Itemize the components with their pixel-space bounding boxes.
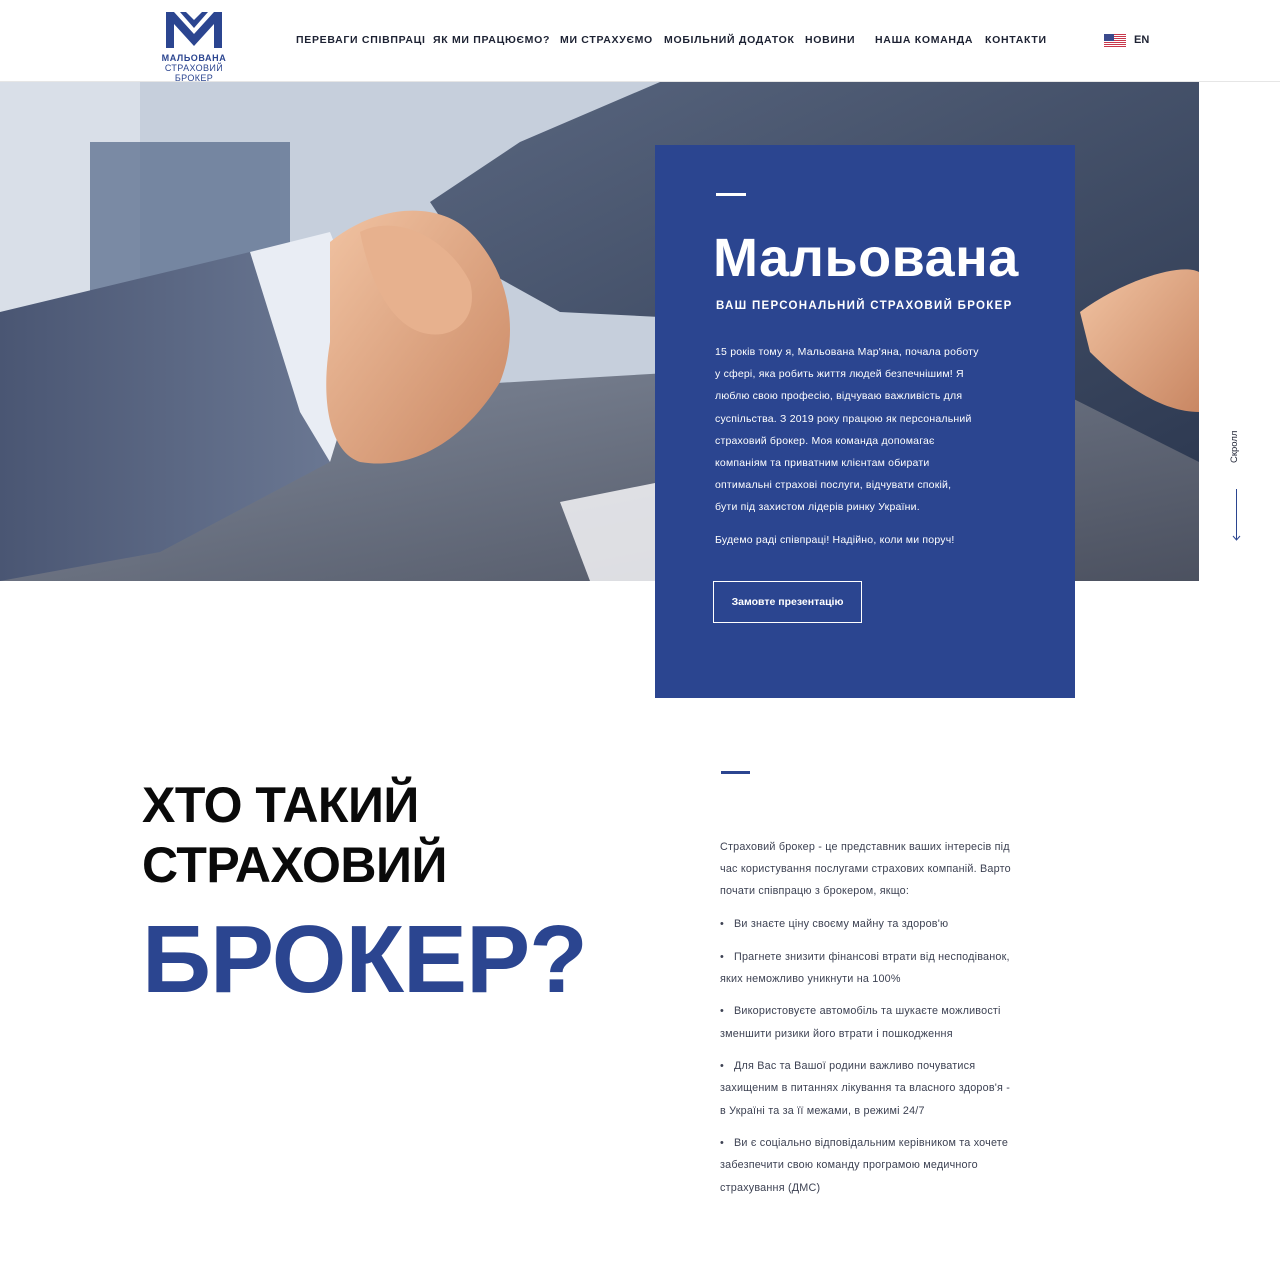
section-heading-accent: БРОКЕР? bbox=[142, 906, 588, 1013]
scroll-line bbox=[1236, 489, 1237, 539]
us-flag-icon bbox=[1104, 34, 1126, 47]
hero-paragraph-line: бути під захистом лідерів ринку України. bbox=[715, 501, 920, 514]
language-label: EN bbox=[1134, 34, 1150, 46]
hero-paragraph-line: страховий брокер. Моя команда допомагає bbox=[715, 434, 935, 447]
list-item: • Ви знаєте ціну своєму майну та здоров'ю bbox=[720, 913, 1040, 935]
bullet-icon: • bbox=[720, 1137, 724, 1150]
list-item-text: захищеним в питаннях лікування та власно… bbox=[720, 1082, 1011, 1095]
logo-mark-icon bbox=[166, 12, 222, 48]
nav-item-mobile-app[interactable]: МОБІЛЬНИЙ ДОДАТОК bbox=[664, 34, 795, 46]
list-item-text: Ви є соціально відповідальним керівником… bbox=[734, 1137, 1009, 1150]
hero-title: Мальована bbox=[713, 228, 1019, 288]
arrow-down-icon[interactable] bbox=[1232, 533, 1241, 542]
list-item-text: зменшити ризики його втрати і пошкодженн… bbox=[720, 1027, 953, 1040]
logo[interactable]: МАЛЬОВАНА СТРАХОВИЙ БРОКЕР bbox=[146, 8, 242, 83]
hero-subtitle: ВАШ ПЕРСОНАЛЬНИЙ СТРАХОВИЙ БРОКЕР bbox=[716, 300, 1013, 312]
hero-paragraph-line: 15 років тому я, Мальована Мар'яна, поча… bbox=[715, 346, 979, 358]
scroll-label[interactable]: Скролл bbox=[1229, 431, 1245, 463]
bullet-icon: • bbox=[720, 950, 724, 963]
hero-paragraph-line: компаніям та приватним клієнтам обирати bbox=[715, 457, 930, 470]
hero-paragraph-line: у сфері, яка робить життя людей безпечні… bbox=[715, 368, 964, 381]
nav-item-news[interactable]: НОВИНИ bbox=[805, 34, 855, 46]
bullet-icon: • bbox=[720, 918, 724, 930]
list-item-text: страхування (ДМС) bbox=[720, 1181, 821, 1194]
list-item: • Для Вас та Вашої родини важливо почуват… bbox=[720, 1055, 1040, 1122]
hero-paragraph: 15 років тому я, Мальована Мар'яна, поча… bbox=[715, 341, 1005, 519]
hero-paragraph-line: суспільства. З 2019 року працюю як персо… bbox=[715, 412, 972, 425]
list-item-text: в Україні та за її межами, в режимі 24/7 bbox=[720, 1104, 925, 1117]
list-item-text: яких неможливо уникнути на 100% bbox=[720, 972, 901, 985]
card-dash-decoration bbox=[716, 193, 746, 196]
nav-item-team[interactable]: НАША КОМАНДА bbox=[875, 34, 973, 46]
list-item: • Ви є соціально відповідальним керівнико… bbox=[720, 1132, 1040, 1199]
hero-card: Мальована ВАШ ПЕРСОНАЛЬНИЙ СТРАХОВИЙ БРО… bbox=[655, 145, 1075, 698]
section-heading-line2: СТРАХОВИЙ bbox=[142, 837, 447, 893]
nav-item-benefits[interactable]: ПЕРЕВАГИ СПІВПРАЦІ bbox=[296, 34, 426, 46]
hero-closing: Будемо раді співпраці! Надійно, коли ми … bbox=[715, 534, 955, 546]
list-item-text: забезпечити свою команду програмою медич… bbox=[720, 1159, 978, 1172]
logo-name: МАЛЬОВАНА bbox=[161, 53, 227, 63]
list-item-text: Для Вас та Вашої родини важливо почувати… bbox=[734, 1060, 976, 1073]
benefits-list: • Ви знаєте ціну своєму майну та здоров'ю… bbox=[720, 913, 1040, 1209]
list-item-text: Ви знаєте ціну своєму майну та здоров'ю bbox=[734, 918, 949, 930]
list-item-text: Використовуєте автомобіль та шукаєте мож… bbox=[734, 1005, 1001, 1018]
section-intro-line: час користування послугами страхових ком… bbox=[720, 863, 1011, 876]
section-intro-line: Страховий брокер - це представник ваших … bbox=[720, 841, 1010, 853]
site-header: МАЛЬОВАНА СТРАХОВИЙ БРОКЕР ПЕРЕВАГИ СПІВ… bbox=[0, 0, 1280, 83]
nav-item-contacts[interactable]: КОНТАКТИ bbox=[985, 34, 1047, 46]
section-heading-line1: ХТО ТАКИЙ bbox=[142, 777, 419, 833]
bullet-icon: • bbox=[720, 1005, 724, 1018]
hero-paragraph-line: оптимальні страхові послуги, відчувати с… bbox=[715, 479, 952, 492]
section-intro: Страховий брокер - це представник ваших … bbox=[720, 836, 1030, 903]
nav-item-how-we-work[interactable]: ЯК МИ ПРАЦЮЄМО? bbox=[433, 34, 550, 46]
bullet-icon: • bbox=[720, 1060, 724, 1073]
order-presentation-button[interactable]: Замовте презентацію bbox=[713, 581, 862, 623]
list-item: • Прагнете знизити фінансові втрати від н… bbox=[720, 946, 1040, 990]
logo-subtitle: СТРАХОВИЙ БРОКЕР bbox=[164, 63, 224, 83]
hero-paragraph-line: люблю свою професію, відчуваю важливість… bbox=[715, 390, 963, 403]
list-item-text: Прагнете знизити фінансові втрати від не… bbox=[734, 950, 1010, 963]
list-item: • Використовуєте автомобіль та шукаєте мо… bbox=[720, 1000, 1040, 1044]
nav-item-we-insure[interactable]: МИ СТРАХУЄМО bbox=[560, 34, 653, 46]
section-dash-decoration bbox=[721, 771, 750, 774]
section-intro-line: почати співпрацю з брокером, якщо: bbox=[720, 885, 910, 898]
